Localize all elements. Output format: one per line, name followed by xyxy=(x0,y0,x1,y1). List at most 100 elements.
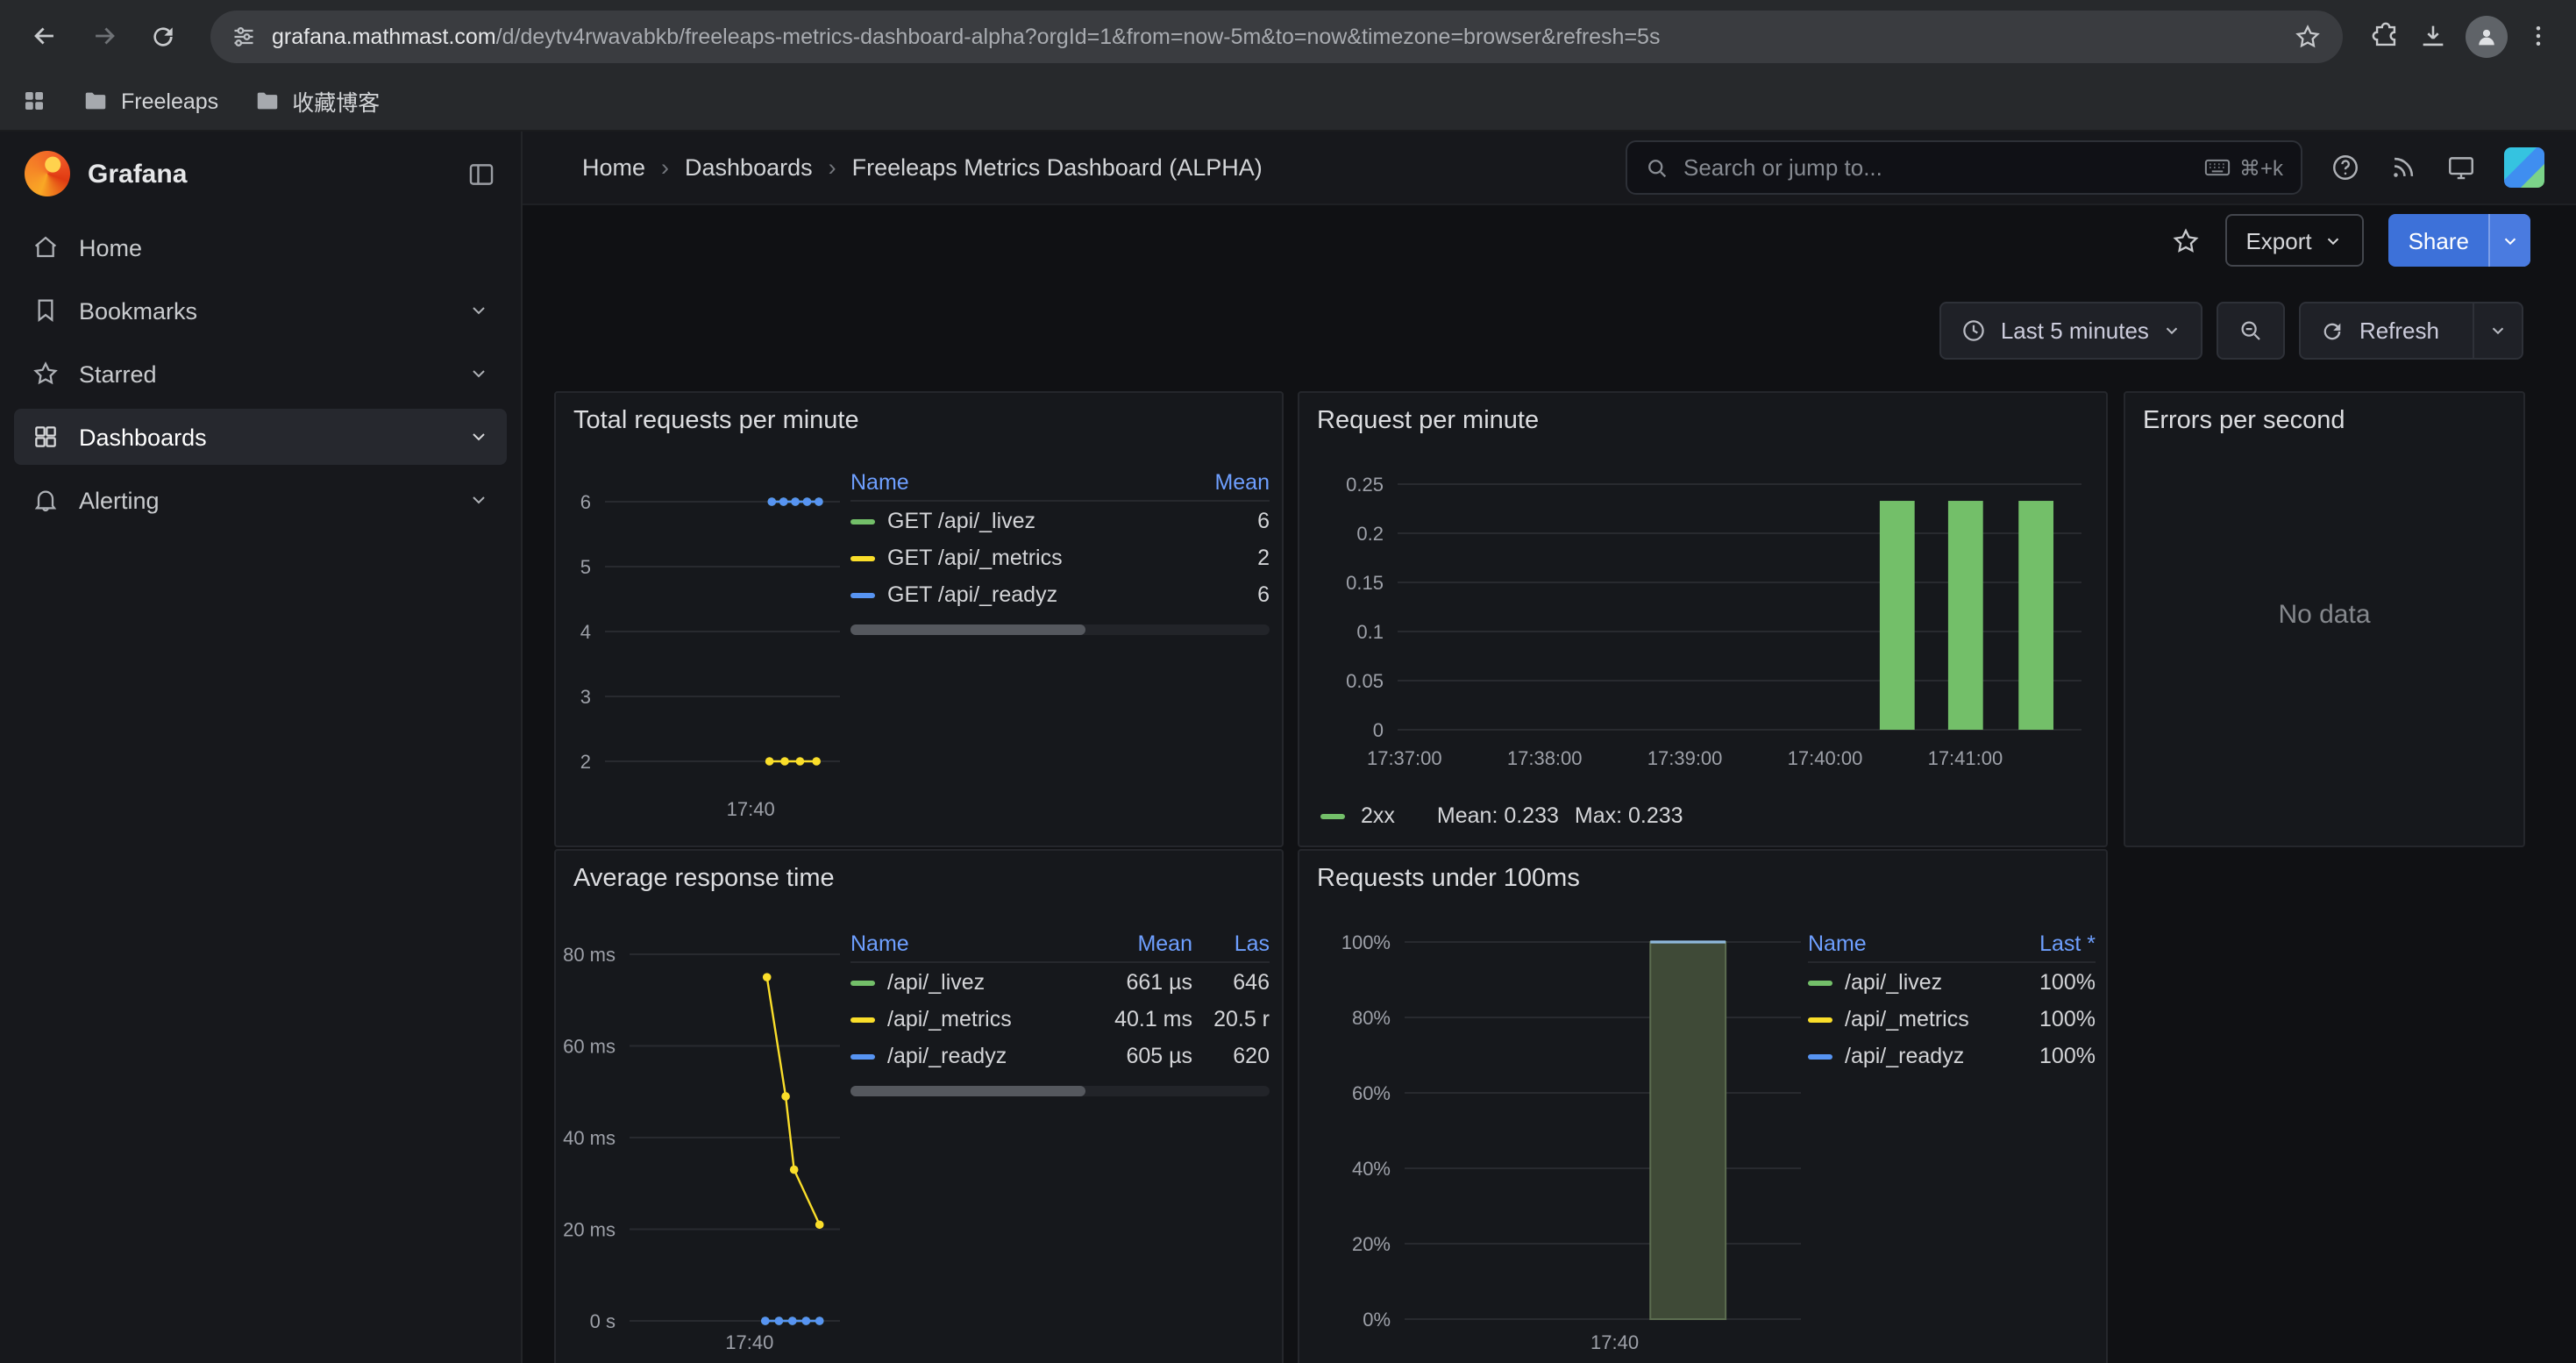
browser-menu-icon[interactable] xyxy=(2525,23,2551,49)
site-settings-icon[interactable] xyxy=(231,24,256,48)
downloads-icon[interactable] xyxy=(2418,21,2448,51)
bell-icon xyxy=(32,486,60,514)
legend-row[interactable]: /api/_metrics 40.1 ms 20.5 r xyxy=(850,1000,1270,1037)
svg-text:100%: 100% xyxy=(1341,931,1391,953)
scrollbar-thumb[interactable] xyxy=(850,624,1085,635)
user-avatar[interactable] xyxy=(2504,147,2544,188)
legend-row[interactable]: /api/_metrics 100% xyxy=(1808,1000,2096,1037)
keyboard-icon xyxy=(2204,158,2231,177)
series-color-icon xyxy=(850,518,875,524)
breadcrumb-dashboards[interactable]: Dashboards xyxy=(685,154,813,181)
legend-row[interactable]: /api/_readyz 100% xyxy=(1808,1037,2096,1074)
browser-profile-avatar[interactable] xyxy=(2466,15,2508,57)
breadcrumb-separator: › xyxy=(661,154,669,181)
extensions-icon[interactable] xyxy=(2371,21,2401,51)
breadcrumb-home[interactable]: Home xyxy=(582,154,645,181)
address-bar[interactable]: grafana.mathmast.com/d/deytv4rwavabkb/fr… xyxy=(210,10,2343,62)
svg-text:0.05: 0.05 xyxy=(1346,670,1384,692)
series-color-icon xyxy=(850,1053,875,1059)
horizontal-scrollbar[interactable] xyxy=(850,1086,1270,1096)
help-icon[interactable] xyxy=(2330,153,2360,182)
panel-title[interactable]: Total requests per minute xyxy=(556,393,1282,439)
bookmark-star-icon[interactable] xyxy=(2294,22,2322,50)
search-box[interactable]: ⌘+k xyxy=(1626,140,2302,195)
sidebar-item-label: Dashboards xyxy=(79,424,207,450)
average-response-time-chart[interactable]: 80 ms60 ms40 ms20 ms0 s17:40 xyxy=(559,907,850,1359)
series-name: /api/_livez xyxy=(887,970,985,995)
legend-row[interactable]: /api/_livez 100% xyxy=(1808,963,2096,1000)
svg-text:0 s: 0 s xyxy=(590,1310,616,1332)
sidebar-item-home[interactable]: Home xyxy=(14,219,507,275)
legend-row[interactable]: /api/_livez 661 µs 646 xyxy=(850,963,1270,1000)
chevron-down-icon[interactable] xyxy=(468,426,489,447)
panel-title[interactable]: Requests under 100ms xyxy=(1299,851,2106,896)
chevron-down-icon[interactable] xyxy=(468,300,489,321)
legend-col-name[interactable]: Name xyxy=(850,470,1178,495)
news-rss-icon[interactable] xyxy=(2388,153,2418,182)
sidebar-item-dashboards[interactable]: Dashboards xyxy=(14,409,507,465)
bookmark-item-blogs[interactable]: 收藏博客 xyxy=(253,84,380,118)
sidebar-item-bookmarks[interactable]: Bookmarks xyxy=(14,282,507,339)
legend-col-name[interactable]: Name xyxy=(1808,931,1997,956)
series-mean: Mean: 0.233 xyxy=(1437,803,1559,828)
svg-text:80 ms: 80 ms xyxy=(563,944,616,966)
panel-title[interactable]: Average response time xyxy=(556,851,1282,896)
series-last: 620 xyxy=(1192,1044,1270,1068)
legend-inline[interactable]: 2xx Mean: 0.233 Max: 0.233 xyxy=(1320,803,1683,828)
search-input[interactable] xyxy=(1683,154,2190,181)
browser-forward-button[interactable] xyxy=(77,10,130,62)
share-menu-caret[interactable] xyxy=(2488,214,2530,267)
apps-grid-icon[interactable] xyxy=(21,88,47,114)
chevron-down-icon xyxy=(2163,321,2182,340)
chevron-down-icon[interactable] xyxy=(468,363,489,384)
panel-title[interactable]: Errors per second xyxy=(2125,393,2523,439)
legend-row[interactable]: GET /api/_metrics 2 xyxy=(850,539,1270,575)
total-requests-chart[interactable]: 6543217:40 xyxy=(559,449,850,844)
legend-row[interactable]: GET /api/_livez 6 xyxy=(850,502,1270,539)
share-button[interactable]: Share xyxy=(2389,214,2530,267)
refresh-interval-caret[interactable] xyxy=(2473,303,2522,358)
dashboard-canvas: Export Share xyxy=(523,205,2576,1363)
svg-text:5: 5 xyxy=(580,556,591,578)
refresh-button[interactable]: Refresh xyxy=(2300,302,2523,360)
bookmark-item-freeleaps[interactable]: Freeleaps xyxy=(82,88,218,114)
series-last: 100% xyxy=(1997,970,2096,995)
requests-under-100ms-chart[interactable]: 100%80%60%40%20%0%17:40 xyxy=(1313,907,1813,1359)
sidebar-item-alerting[interactable]: Alerting xyxy=(14,472,507,528)
browser-back-button[interactable] xyxy=(18,10,70,62)
svg-text:17:38:00: 17:38:00 xyxy=(1507,747,1583,769)
series-last: 100% xyxy=(1997,1007,2096,1031)
zoom-out-icon xyxy=(2238,318,2265,344)
legend-col-name[interactable]: Name xyxy=(850,931,1084,956)
bookmark-icon xyxy=(32,296,60,325)
search-shortcut-keys: ⌘+k xyxy=(2239,155,2283,180)
zoom-out-button[interactable] xyxy=(2217,302,2286,360)
legend-col-last[interactable]: Last * xyxy=(1997,931,2096,956)
legend-col-mean[interactable]: Mean xyxy=(1084,931,1192,956)
legend-table: Name Last * /api/_livez 100% /api/_metri… xyxy=(1808,931,2096,1074)
grafana-logo[interactable] xyxy=(25,151,70,196)
time-range-picker[interactable]: Last 5 minutes xyxy=(1939,302,2203,360)
favorite-star-icon[interactable] xyxy=(2170,225,2200,255)
time-range-label: Last 5 minutes xyxy=(2001,318,2149,344)
horizontal-scrollbar[interactable] xyxy=(850,624,1270,635)
time-controls: Last 5 minutes xyxy=(1939,302,2523,360)
sidebar-header: Grafana xyxy=(0,132,521,216)
panel-requests-per-minute: Request per minute 0.250.20.150.10.05017… xyxy=(1298,391,2108,847)
export-button[interactable]: Export xyxy=(2224,214,2364,267)
monitor-icon[interactable] xyxy=(2446,153,2476,182)
legend-row[interactable]: /api/_readyz 605 µs 620 xyxy=(850,1037,1270,1074)
svg-text:17:40: 17:40 xyxy=(725,1331,773,1353)
dock-menu-icon[interactable] xyxy=(466,159,496,189)
sidebar-item-starred[interactable]: Starred xyxy=(14,346,507,402)
refresh-main[interactable]: Refresh xyxy=(2302,303,2459,358)
panel-title[interactable]: Request per minute xyxy=(1299,393,2106,439)
legend-col-last[interactable]: Las xyxy=(1192,931,1270,956)
browser-reload-button[interactable] xyxy=(137,10,189,62)
legend-row[interactable]: GET /api/_readyz 6 xyxy=(850,575,1270,612)
chevron-down-icon[interactable] xyxy=(468,489,489,510)
series-name: /api/_readyz xyxy=(1845,1044,1964,1068)
scrollbar-thumb[interactable] xyxy=(850,1086,1085,1096)
legend-col-mean[interactable]: Mean xyxy=(1178,470,1270,495)
requests-per-minute-chart[interactable]: 0.250.20.150.10.05017:37:0017:38:0017:39… xyxy=(1313,449,2096,793)
